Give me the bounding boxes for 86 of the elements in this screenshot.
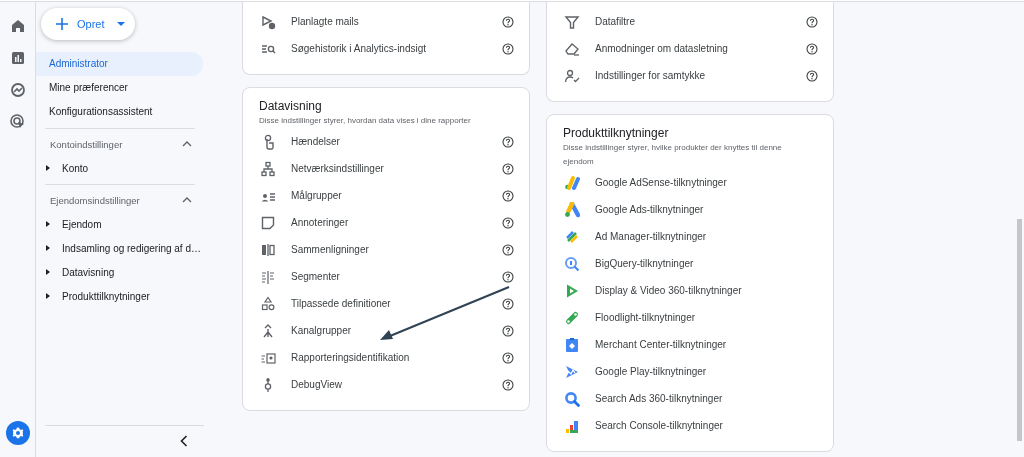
triangle-icon[interactable]: [45, 221, 51, 227]
card-subtitle: Disse indstillinger styrer, hvilke produkter der knyttes til denne ejendom: [562, 142, 783, 168]
chevron-icon[interactable]: [182, 141, 192, 147]
settings-link[interactable]: BigQuery-tilknytninger: [595, 258, 818, 269]
card-title: Produkttilknytninger: [562, 125, 670, 141]
tree-item[interactable]: Produkttilknytninger: [62, 290, 150, 302]
nav-item[interactable]: Administrator: [36, 52, 203, 76]
tree-item[interactable]: Ejendom: [62, 218, 102, 230]
settings-link[interactable]: Målgrupper: [291, 190, 502, 201]
target-cursor-icon[interactable]: [8, 113, 27, 131]
help-icon[interactable]: [806, 42, 818, 55]
help-icon[interactable]: [806, 15, 818, 28]
settings-link[interactable]: Anmodninger om datasletning: [595, 43, 806, 54]
settings-link[interactable]: Google AdSense-tilknytninger: [595, 177, 818, 188]
filter-icon: [564, 13, 580, 30]
settings-link[interactable]: Google Ads-tilknytninger: [595, 204, 818, 215]
segment-icon: [260, 268, 276, 285]
help-icon[interactable]: [502, 378, 514, 391]
settings-link[interactable]: Search Ads 360-tilknytninger: [595, 393, 818, 404]
help-icon[interactable]: [502, 189, 514, 202]
collapse-icon[interactable]: [180, 435, 188, 447]
chevron-icon[interactable]: [182, 197, 192, 203]
settings-link[interactable]: Hændelser: [291, 136, 502, 147]
settings-link[interactable]: DebugView: [291, 379, 502, 390]
help-icon[interactable]: [502, 270, 514, 283]
nav-item[interactable]: Mine præferencer: [36, 76, 203, 100]
tag-logo-icon: [564, 336, 580, 353]
scrollbar[interactable]: [1017, 219, 1022, 441]
tree-item[interactable]: Datavisning: [62, 266, 115, 278]
settings-link[interactable]: Display & Video 360-tilknytninger: [595, 285, 818, 296]
trend-circle-icon[interactable]: [8, 81, 27, 99]
plus-icon: [56, 18, 68, 30]
help-icon[interactable]: [502, 216, 514, 229]
create-button[interactable]: Opret: [41, 8, 135, 40]
card-title: Datavisning: [258, 98, 323, 114]
help-icon[interactable]: [502, 15, 514, 28]
arrow-logo-icon: [564, 363, 580, 380]
nav-item[interactable]: Konfigurationsassistent: [36, 100, 203, 124]
help-icon[interactable]: [502, 351, 514, 364]
stripes-logo-icon: [564, 228, 580, 245]
settings-link[interactable]: Netværksindstillinger: [291, 163, 502, 174]
settings-link[interactable]: Planlagte mails: [291, 16, 502, 27]
triangle-icon[interactable]: [45, 245, 51, 251]
help-icon[interactable]: [806, 69, 818, 82]
card-subtitle: Disse indstillinger styrer, hvordan data vises i dine rapporter: [258, 115, 472, 127]
help-icon[interactable]: [502, 297, 514, 310]
person-check-icon: [564, 67, 580, 84]
help-icon[interactable]: [502, 135, 514, 148]
shapes-icon: [260, 295, 276, 312]
tree-item[interactable]: Indsamling og redigering af d…: [62, 242, 201, 254]
settings-link[interactable]: Search Console-tilknytninger: [595, 420, 818, 431]
search-logo-icon: [564, 390, 580, 407]
play-logo-icon: [564, 282, 580, 299]
link-logo-icon: [564, 309, 580, 326]
section-title: Kontoindstillinger: [50, 138, 123, 150]
settings-link[interactable]: Annoteringer: [291, 217, 502, 228]
slash-logo-icon: [564, 174, 580, 191]
settings-link[interactable]: Søgehistorik i Analytics-indsigt: [291, 43, 502, 54]
mail-clock-icon: [260, 13, 276, 30]
settings-link[interactable]: Tilpassede definitioner: [291, 298, 502, 309]
network-icon: [260, 160, 276, 177]
tree-item[interactable]: Konto: [62, 162, 89, 174]
help-icon[interactable]: [502, 162, 514, 175]
settings-link[interactable]: Kanalgrupper: [291, 325, 502, 336]
section-title: Ejendomsindstillinger: [50, 194, 140, 206]
settings-link[interactable]: Datafiltre: [595, 16, 806, 27]
settings-link[interactable]: Sammenligninger: [291, 244, 502, 255]
help-icon[interactable]: [502, 243, 514, 256]
caret-icon: [117, 22, 125, 26]
triangle-icon[interactable]: [45, 165, 51, 171]
settings-link[interactable]: Indstillinger for samtykke: [595, 70, 806, 81]
help-icon[interactable]: [502, 42, 514, 55]
settings-icon[interactable]: [5, 421, 30, 445]
triangle-icon[interactable]: [45, 269, 51, 275]
note-icon: [260, 214, 276, 231]
magnifier-logo-icon: [564, 255, 580, 272]
settings-link[interactable]: Segmenter: [291, 271, 502, 282]
triangle-icon[interactable]: [45, 293, 51, 299]
triangle-logo-icon: [564, 201, 580, 218]
settings-link[interactable]: Ad Manager-tilknytninger: [595, 231, 818, 242]
help-icon[interactable]: [502, 324, 514, 337]
settings-link[interactable]: Merchant Center-tilknytninger: [595, 339, 818, 350]
settings-link[interactable]: Google Play-tilknytninger: [595, 366, 818, 377]
settings-link[interactable]: Floodlight-tilknytninger: [595, 312, 818, 323]
columns-icon: [260, 241, 276, 258]
settings-link[interactable]: Rapporteringsidentifikation: [291, 352, 502, 363]
